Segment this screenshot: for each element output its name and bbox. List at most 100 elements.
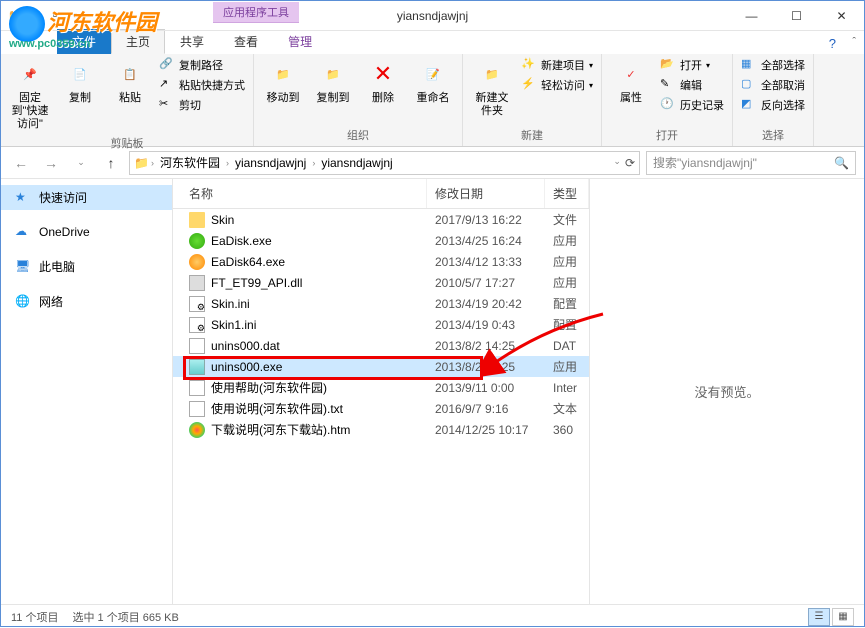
file-row[interactable]: unins000.exe2013/8/2 14:25应用 bbox=[173, 356, 589, 377]
file-date: 2013/8/2 14:25 bbox=[427, 360, 545, 374]
edit-button[interactable]: ✎编辑 bbox=[658, 76, 726, 94]
folder-icon: 📁 bbox=[7, 8, 23, 24]
file-icon bbox=[189, 296, 205, 312]
file-row[interactable]: EaDisk.exe2013/4/25 16:24应用 bbox=[173, 230, 589, 251]
new-item-button[interactable]: ✨新建项目▾ bbox=[519, 56, 595, 74]
file-row[interactable]: Skin1.ini2013/4/19 0:43配置 bbox=[173, 314, 589, 335]
rename-button[interactable]: 📝重命名 bbox=[410, 56, 456, 107]
tab-file[interactable]: 文件 bbox=[57, 29, 111, 54]
properties-button[interactable]: ✓属性 bbox=[608, 56, 654, 107]
sidebar-item-star[interactable]: ★快速访问 bbox=[1, 185, 172, 210]
qat-dropdown-icon[interactable]: ▾ bbox=[67, 8, 83, 24]
copy-path-button[interactable]: 🔗复制路径 bbox=[157, 56, 247, 74]
address-bar[interactable]: 📁 › 河东软件园 › yiansndjawjnj › yiansndjawjn… bbox=[129, 151, 640, 175]
col-date[interactable]: 修改日期 bbox=[427, 179, 545, 208]
window-title: yiansndjawjnj bbox=[397, 9, 468, 23]
copy-button[interactable]: 📄 复制 bbox=[57, 56, 103, 107]
file-icon bbox=[189, 254, 205, 270]
file-name: Skin1.ini bbox=[211, 318, 256, 332]
col-type[interactable]: 类型 bbox=[545, 179, 589, 208]
up-button[interactable]: ↑ bbox=[99, 151, 123, 175]
file-type: 文件 bbox=[545, 211, 589, 228]
copy-to-icon: 📁 bbox=[317, 58, 349, 90]
open-button[interactable]: 📂打开▾ bbox=[658, 56, 726, 74]
search-input[interactable]: 搜索"yiansndjawjnj" 🔍 bbox=[646, 151, 856, 175]
pc-icon: 🖥 bbox=[15, 259, 31, 275]
paste-shortcut-button[interactable]: ↗粘贴快捷方式 bbox=[157, 76, 247, 94]
file-row[interactable]: Skin.ini2013/4/19 20:42配置 bbox=[173, 293, 589, 314]
chevron-right-icon[interactable]: › bbox=[151, 158, 154, 168]
breadcrumb-segment[interactable]: 河东软件园 bbox=[156, 154, 224, 171]
qat-btn[interactable]: ▫ bbox=[47, 8, 63, 24]
help-icon[interactable]: ? bbox=[829, 36, 836, 51]
collapse-ribbon-icon[interactable]: ˆ bbox=[852, 36, 856, 48]
select-none-icon: ▢ bbox=[741, 77, 757, 93]
file-icon bbox=[189, 359, 205, 375]
select-all-button[interactable]: ▦全部选择 bbox=[739, 56, 807, 74]
file-row[interactable]: 下载说明(河东下载站).htm2014/12/25 10:17360 bbox=[173, 419, 589, 440]
delete-button[interactable]: ✕删除 bbox=[360, 56, 406, 107]
back-button[interactable]: ← bbox=[9, 151, 33, 175]
copy-icon: 📄 bbox=[64, 58, 96, 90]
file-row[interactable]: Skin2017/9/13 16:22文件 bbox=[173, 209, 589, 230]
file-type: 应用 bbox=[545, 358, 589, 375]
view-details-button[interactable]: ☰ bbox=[808, 608, 830, 626]
file-name: unins000.dat bbox=[211, 339, 280, 353]
search-icon[interactable]: 🔍 bbox=[834, 156, 849, 170]
file-row[interactable]: EaDisk64.exe2013/4/12 13:33应用 bbox=[173, 251, 589, 272]
recent-dropdown[interactable]: ⌄ bbox=[69, 151, 93, 175]
minimize-button[interactable]: — bbox=[729, 1, 774, 31]
sidebar-item-cloud[interactable]: ☁OneDrive bbox=[1, 220, 172, 244]
new-folder-button[interactable]: 📁新建文件夹 bbox=[469, 56, 515, 120]
history-button[interactable]: 🕐历史记录 bbox=[658, 96, 726, 114]
file-row[interactable]: FT_ET99_API.dll2010/5/7 17:27应用 bbox=[173, 272, 589, 293]
file-icon bbox=[189, 233, 205, 249]
file-name: Skin.ini bbox=[211, 297, 250, 311]
file-row[interactable]: unins000.dat2013/8/2 14:25DAT bbox=[173, 335, 589, 356]
close-button[interactable]: ✕ bbox=[819, 1, 864, 31]
chevron-right-icon[interactable]: › bbox=[312, 158, 315, 168]
cut-button[interactable]: ✂剪切 bbox=[157, 96, 247, 114]
view-icons-button[interactable]: ▦ bbox=[832, 608, 854, 626]
breadcrumb-segment[interactable]: yiansndjawjnj bbox=[317, 156, 396, 170]
breadcrumb-segment[interactable]: yiansndjawjnj bbox=[231, 156, 310, 170]
file-type: 文本 bbox=[545, 400, 589, 417]
file-row[interactable]: 使用说明(河东软件园).txt2016/9/7 9:16文本 bbox=[173, 398, 589, 419]
file-row[interactable]: 使用帮助(河东软件园)2013/9/11 0:00Inter bbox=[173, 377, 589, 398]
group-organize-label: 组织 bbox=[260, 126, 456, 144]
move-to-button[interactable]: 📁移动到 bbox=[260, 56, 306, 107]
qat-btn[interactable]: ▫ bbox=[27, 8, 43, 24]
sidebar-item-network[interactable]: 🌐网络 bbox=[1, 289, 172, 314]
forward-button[interactable]: → bbox=[39, 151, 63, 175]
file-date: 2016/9/7 9:16 bbox=[427, 402, 545, 416]
paste-icon: 📋 bbox=[114, 58, 146, 90]
tab-view[interactable]: 查看 bbox=[219, 29, 273, 54]
tab-home[interactable]: 主页 bbox=[111, 29, 165, 54]
sidebar-item-pc[interactable]: 🖥此电脑 bbox=[1, 254, 172, 279]
refresh-button[interactable]: ⟳ bbox=[625, 156, 635, 170]
chevron-right-icon[interactable]: › bbox=[226, 158, 229, 168]
easy-access-button[interactable]: ⚡轻松访问▾ bbox=[519, 76, 595, 94]
file-date: 2010/5/7 17:27 bbox=[427, 276, 545, 290]
tab-share[interactable]: 共享 bbox=[165, 29, 219, 54]
tab-manage[interactable]: 管理 bbox=[273, 29, 327, 54]
file-icon bbox=[189, 317, 205, 333]
properties-icon: ✓ bbox=[615, 58, 647, 90]
address-dropdown-icon[interactable]: ⌄ bbox=[613, 156, 621, 170]
file-name: FT_ET99_API.dll bbox=[211, 276, 302, 290]
path-icon: 🔗 bbox=[159, 57, 175, 73]
new-item-icon: ✨ bbox=[521, 57, 537, 73]
file-date: 2014/12/25 10:17 bbox=[427, 423, 545, 437]
file-name: Skin bbox=[211, 213, 234, 227]
pin-button[interactable]: 📌 固定到"快速访问" bbox=[7, 56, 53, 134]
paste-button[interactable]: 📋 粘贴 bbox=[107, 56, 153, 107]
file-icon bbox=[189, 338, 205, 354]
maximize-button[interactable]: ☐ bbox=[774, 1, 819, 31]
invert-icon: ◩ bbox=[741, 97, 757, 113]
select-none-button[interactable]: ▢全部取消 bbox=[739, 76, 807, 94]
copy-to-button[interactable]: 📁复制到 bbox=[310, 56, 356, 107]
col-name[interactable]: 名称 bbox=[173, 179, 427, 208]
star-icon: ★ bbox=[15, 190, 31, 206]
invert-button[interactable]: ◩反向选择 bbox=[739, 96, 807, 114]
edit-icon: ✎ bbox=[660, 77, 676, 93]
